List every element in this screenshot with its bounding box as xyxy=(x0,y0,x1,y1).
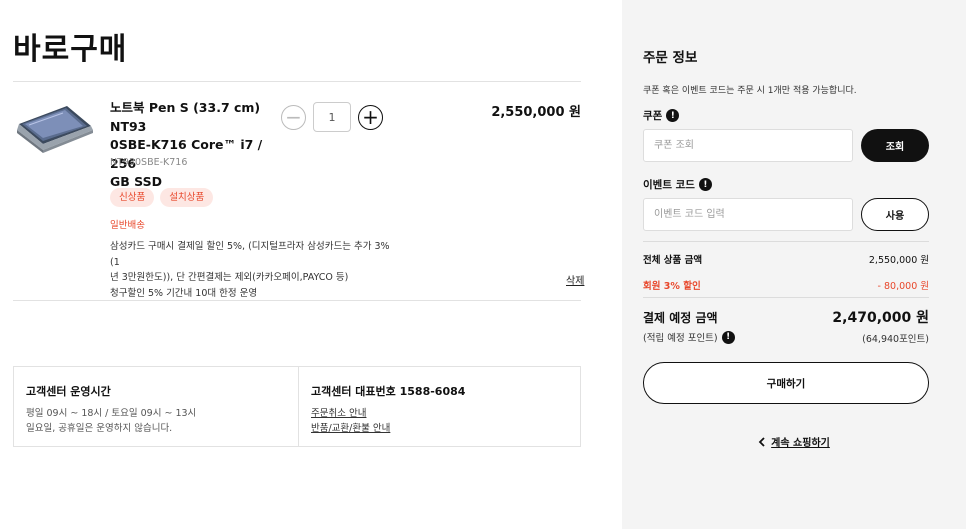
shipping-type: 일반배송 xyxy=(110,220,145,231)
discount-value: - 80,000 원 xyxy=(877,281,929,292)
product-badges: 신상품 설치상품 xyxy=(110,188,214,207)
customer-center-box: 고객센터 운영시간 평일 09시 ~ 18시 / 토요일 09시 ~ 13시 일… xyxy=(13,366,581,447)
badge-new: 신상품 xyxy=(110,188,155,207)
continue-shopping-link[interactable]: 계속 쇼핑하기 xyxy=(622,434,966,449)
coupon-label: 쿠폰 xyxy=(643,110,663,122)
buy-button[interactable]: 구매하기 xyxy=(643,362,929,404)
card-benefit-text: 삼성카드 구매시 결제일 할인 5%, (디지털프라자 삼성카드는 추가 3%(… xyxy=(110,239,395,301)
cs-phone-title: 고객센터 대표번호 1588-6084 xyxy=(311,385,466,398)
total-label: 결제 예정 금액 xyxy=(643,311,718,325)
delete-item-link[interactable]: 삭제 xyxy=(566,272,584,287)
cs-hours-title: 고객센터 운영시간 xyxy=(26,385,111,398)
info-icon[interactable]: ! xyxy=(666,109,680,122)
decrease-quantity-button[interactable]: − xyxy=(281,105,306,130)
discount-label: 회원 3% 할인 xyxy=(643,281,701,292)
subtotal-label: 전체 상품 금액 xyxy=(643,255,703,266)
points-label: (적립 예정 포인트) xyxy=(643,333,718,344)
total-value: 2,470,000 원 xyxy=(832,310,929,326)
increase-quantity-button[interactable]: + xyxy=(358,105,383,130)
minus-icon: − xyxy=(285,104,302,129)
divider xyxy=(298,367,299,446)
continue-shopping-label: 계속 쇼핑하기 xyxy=(771,438,830,449)
divider xyxy=(13,300,581,301)
page-title: 바로구매 xyxy=(13,32,128,67)
chevron-left-icon xyxy=(758,436,765,447)
points-label-row: (적립 예정 포인트) ! xyxy=(643,330,735,344)
cs-hours-line: 평일 09시 ~ 18시 / 토요일 09시 ~ 13시 xyxy=(26,408,197,419)
quantity-input[interactable]: 1 xyxy=(313,102,351,132)
event-code-label-row: 이벤트 코드 ! xyxy=(643,177,712,192)
benefit-line: 년 3만원한도)), 단 간편결제는 제외(카카오페이,PAYCO 등) xyxy=(110,272,349,283)
event-code-label: 이벤트 코드 xyxy=(643,179,695,191)
benefit-line: 삼성카드 구매시 결제일 할인 5%, (디지털프라자 삼성카드는 추가 3%(… xyxy=(110,241,390,268)
return-refund-guide-link[interactable]: 반품/교환/환불 안내 xyxy=(311,420,390,434)
coupon-input[interactable] xyxy=(643,129,853,162)
coupon-note: 쿠폰 혹은 이벤트 코드는 주문 시 1개만 적용 가능합니다. xyxy=(643,86,857,96)
product-thumbnail[interactable] xyxy=(15,98,93,154)
product-code: NT930SBE-K716 xyxy=(110,157,188,168)
coupon-label-row: 쿠폰 ! xyxy=(643,108,680,123)
divider xyxy=(643,297,929,298)
points-value: (64,940포인트) xyxy=(862,334,929,345)
info-icon[interactable]: ! xyxy=(698,178,712,191)
event-code-input[interactable] xyxy=(643,198,853,231)
plus-icon: + xyxy=(362,104,379,129)
order-cancel-guide-link[interactable]: 주문취소 안내 xyxy=(311,405,366,419)
cs-hours-line: 일요일, 공휴일은 운영하지 않습니다. xyxy=(26,423,173,434)
badge-install: 설치상품 xyxy=(160,188,214,207)
benefit-line: 청구할인 5% 기간내 10대 한정 운영 xyxy=(110,287,258,299)
order-info-title: 주문 정보 xyxy=(643,50,698,66)
product-price: 2,550,000 원 xyxy=(491,105,581,120)
event-code-apply-button[interactable]: 사용 xyxy=(861,198,929,231)
subtotal-value: 2,550,000 원 xyxy=(868,255,929,266)
product-name[interactable]: 노트북 Pen S (33.7 cm) NT93 0SBE-K716 Core™… xyxy=(110,99,270,192)
divider xyxy=(13,81,581,82)
cart-main: 바로구매 노트북 Pen S (33.7 cm) NT93 0SBE-K716 … xyxy=(0,0,622,529)
order-summary-sidebar: 주문 정보 쿠폰 혹은 이벤트 코드는 주문 시 1개만 적용 가능합니다. 쿠… xyxy=(622,0,966,529)
divider xyxy=(643,241,929,242)
info-icon[interactable]: ! xyxy=(721,330,735,344)
product-name-line: 노트북 Pen S (33.7 cm) NT93 xyxy=(110,100,261,134)
coupon-lookup-button[interactable]: 조회 xyxy=(861,129,929,162)
